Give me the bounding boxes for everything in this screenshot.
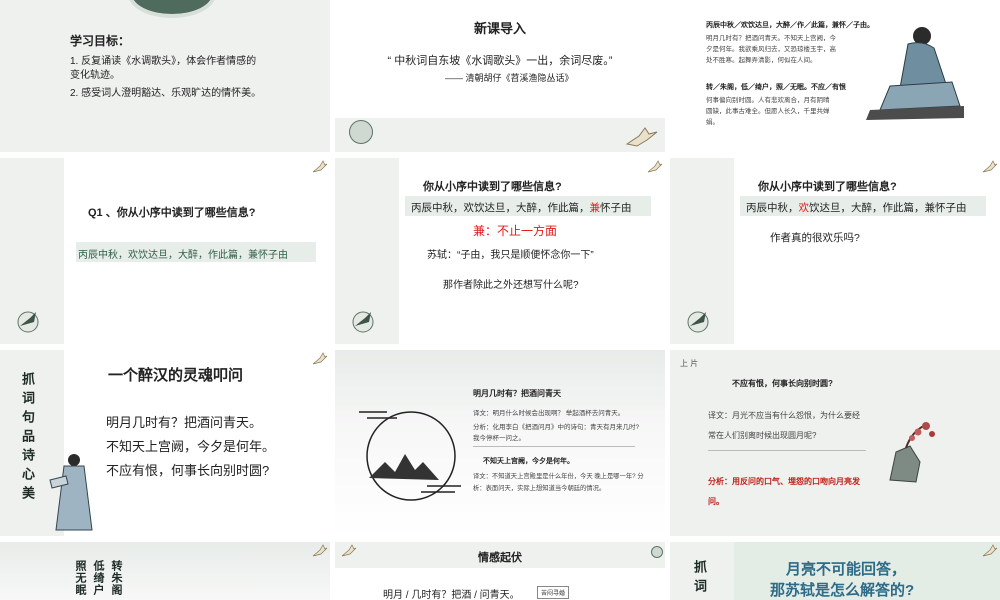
jian-answer: 丙辰中秋，欢饮达旦，大醉，作此篇，兼怀子由 <box>411 200 632 215</box>
slide-poem-vertical[interactable]: 转朱阁 低绮户 照无眠 <box>0 542 330 600</box>
huan-question: 你从小序中读到了哪些信息? <box>758 181 897 193</box>
analysis2-analysis: 分析：用反问的口气、埋怨的口吻向月亮发 <box>708 477 860 486</box>
analysis1-t2b: 析：表面问天，实际上想知道当今朝廷的情况。 <box>473 485 606 492</box>
crane-corner-icon <box>982 160 998 173</box>
analysis1-t1: 译文：明月什么时候会出现啊？ 举起酒杯去问青天。 <box>473 410 625 417</box>
analysis1-a1b: 我今停杯一问之。 <box>473 435 525 442</box>
crane-icon <box>341 544 357 557</box>
slide-jian[interactable]: 你从小序中读到了哪些信息? 丙辰中秋，欢饮达旦，大醉，作此篇，兼怀子由 兼：不止… <box>335 158 665 344</box>
jian-answer-post: 怀子由 <box>600 202 632 214</box>
side-vertical-title: 抓词 <box>692 560 707 598</box>
slide-emotion[interactable]: 情感起伏 明月 / 几时有？把酒 / 问青天。 苦闷寻婚 <box>335 542 665 600</box>
analysis2-analysis-cont: 问。 <box>708 497 724 506</box>
vertical-phrase-3: 照无眠 <box>74 560 86 596</box>
poem-part1-line-2: 夕是何年。我欲乘风归去，又恐琼楼玉宇，高 <box>706 46 836 53</box>
moon-question-2: 那苏轼是怎么解答的? <box>770 582 915 599</box>
scholar-figure-illustration <box>866 27 964 120</box>
q1-answer: 丙辰中秋，欢饮达旦，大醉，作此篇，兼怀子由 <box>78 250 288 261</box>
goal-1: 1. 反复诵读《水调歌头》，体会作者情感的 <box>70 56 257 67</box>
intro-title: 新课导入 <box>473 21 526 36</box>
huan-answer-pre: 丙辰中秋， <box>746 202 799 214</box>
drunk-title: 一个醉汉的灵魂叩问 <box>108 367 244 384</box>
huan-answer-post: 饮达旦，大醉，作此篇，兼怀子由 <box>809 202 967 214</box>
analysis1-a1: 分析：化用李白《把酒问月》中的诗句：青天有月来几时? <box>473 424 640 431</box>
jian-answer-red: 兼 <box>589 202 601 214</box>
jian-question: 你从小序中读到了哪些信息? <box>423 181 562 193</box>
q1-question: Q1 、你从小序中读到了哪些信息? <box>88 207 256 219</box>
goals-heading: 学习目标： <box>70 34 131 48</box>
moon-circle-icon <box>651 546 663 558</box>
divider <box>708 450 866 451</box>
analysis1-t2: 译文：不知道天上宫殿里是什么年份，今天 晚上是哪一年? 分 <box>473 473 644 480</box>
moon-landscape-illustration <box>359 411 461 501</box>
drunk-line-2: 不知天上宫阙，今夕是何年。 <box>106 439 276 454</box>
side-vertical-title: 抓词句品诗心美 <box>20 372 35 505</box>
analysis2-question: 不应有恨，何事长向别时圆? <box>732 379 833 388</box>
crane-icon <box>625 127 658 147</box>
crane-corner-icon <box>312 160 328 173</box>
huan-answer-red: 欢 <box>798 202 810 214</box>
crane-corner-icon <box>312 544 328 557</box>
jian-follow-question: 那作者除此之外还想写什么呢? <box>443 280 579 291</box>
crane-corner-icon <box>647 160 663 173</box>
analysis1-q1: 明月几时有？把酒问青天 <box>473 389 561 398</box>
section-label: 上 片 <box>680 359 699 368</box>
moon-circle-icon <box>349 120 373 144</box>
poem-part1-line-1: 明月几时有？把酒问青天。不知天上宫阙，今 <box>706 35 836 42</box>
slide-poem-text[interactable]: 丙辰中秋／欢饮达旦，大醉／作／此篇，兼怀／子由。 明月几时有？把酒问青天。不知天… <box>670 0 1000 152</box>
divider <box>473 446 635 447</box>
goal-1-cont: 变化轨迹。 <box>70 70 120 81</box>
slide-huan[interactable]: 你从小序中读到了哪些信息? 丙辰中秋，欢饮达旦，大醉，作此篇，兼怀子由 作者真的… <box>670 158 1000 344</box>
poem-part2-title: 转／朱阁，低／绮户，照／无眠。不应／有恨 <box>706 84 846 91</box>
slide-q1[interactable]: Q1 、你从小序中读到了哪些信息? 丙辰中秋，欢饮达旦，大醉，作此篇，兼怀子由 <box>0 158 330 344</box>
moon-crane-icon <box>687 311 709 333</box>
crane-corner-icon <box>982 544 998 557</box>
analysis2-translation: 译文：月光不应当有什么怨恨，为什么要经 <box>708 411 860 420</box>
plum-rock-illustration <box>889 422 935 483</box>
huan-follow-question: 作者真的很欢乐吗? <box>770 232 860 244</box>
jian-note: 兼：不止一方面 <box>473 224 558 238</box>
analysis1-q2: 不知天上宫阙，今夕是何年。 <box>483 458 574 465</box>
poem-part1-line-3: 处不胜寒。起舞弄清影，何似在人间。 <box>706 57 817 64</box>
crane-corner-icon <box>312 352 328 365</box>
slide-panel <box>0 0 330 152</box>
scholar-figure-illustration <box>49 454 93 531</box>
moon-crane-icon <box>17 311 39 333</box>
moon-question-1: 月亮不可能回答， <box>786 561 907 578</box>
jian-answer-pre: 丙辰中秋，欢饮达旦，大醉，作此篇， <box>411 202 590 214</box>
drunk-line-1: 明月几时有？把酒问青天。 <box>106 415 263 430</box>
poem-part1-title: 丙辰中秋／欢饮达旦，大醉／作／此篇，兼怀／子由。 <box>706 22 874 29</box>
slide-analysis-2[interactable]: 上 片 不应有恨，何事长向别时圆? 译文：月光不应当有什么怨恨，为什么要经 常在… <box>670 350 1000 536</box>
slide-analysis-1[interactable]: 明月几时有？把酒问青天 译文：明月什么时候会出现啊？ 举起酒杯去问青天。 分析：… <box>335 350 665 536</box>
emotion-title: 情感起伏 <box>478 552 522 564</box>
drunk-line-3: 不应有恨，何事长向别时圆? <box>106 463 270 478</box>
intro-quote: “ 中秋词自东坡《水调歌头》一出，余词尽废。” <box>387 55 613 67</box>
vertical-phrase-1: 转朱阁 <box>110 560 122 596</box>
vertical-phrase-2: 低绮户 <box>92 560 104 596</box>
slide-intro[interactable]: 新课导入 “ 中秋词自东坡《水调歌头》一出，余词尽废。” —— 清朝胡仔《苕溪渔… <box>335 0 665 152</box>
slide-learning-goals[interactable]: 学习目标： 1. 反复诵读《水调歌头》，体会作者情感的 变化轨迹。 2. 感受词… <box>0 0 330 152</box>
slide-moon-answer[interactable]: 抓词 月亮不可能回答， 那苏轼是怎么解答的? <box>670 542 1000 600</box>
poem-part2-line-1: 何事偏向别时圆。人有悲欢离合，月有阴晴 <box>706 97 830 104</box>
intro-source: —— 清朝胡仔《苕溪渔隐丛话》 <box>445 73 574 83</box>
jian-sushi-quote: 苏轼：“子由，我只是顺便怀念你一下” <box>427 250 594 261</box>
moon-crane-icon <box>352 311 374 333</box>
huan-answer: 丙辰中秋，欢饮达旦，大醉，作此篇，兼怀子由 <box>746 200 967 215</box>
goal-2: 2. 感受词人澄明豁达、乐观旷达的情怀美。 <box>70 88 262 99</box>
emotion-tag: 苦闷寻婚 <box>537 586 570 599</box>
emotion-line: 明月 / 几时有？把酒 / 问青天。 <box>383 590 520 600</box>
poem-part2-line-3: 娟。 <box>706 119 719 126</box>
analysis2-translation-cont: 常在人们别离时候出现圆月呢? <box>708 431 817 440</box>
slide-drunk-question[interactable]: 抓词句品诗心美 一个醉汉的灵魂叩问 明月几时有？把酒问青天。 不知天上宫阙，今夕… <box>0 350 330 536</box>
poem-part2-line-2: 圆缺，此事古难全。但愿人长久，千里共婵 <box>706 108 830 115</box>
